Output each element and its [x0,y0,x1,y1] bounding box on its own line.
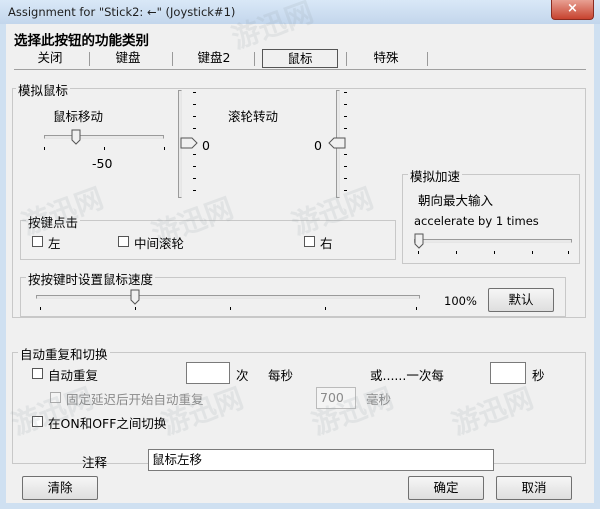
vslider-tick [344,92,347,93]
tab-keyboard[interactable]: 键盘 [98,49,158,68]
slider-tick [532,251,533,254]
speed-percent: 100% [444,294,477,308]
times-unit: 次 [236,368,249,383]
auto-repeat-group-label: 自动重复和切换 [18,344,110,363]
vslider-tick [193,116,196,117]
repeat-count-input[interactable] [186,362,230,384]
interval-seconds-input[interactable] [490,362,526,384]
vslider-tick [344,128,347,129]
left-click-label: 左 [48,236,61,251]
mouse-emulation-label: 模拟鼠标 [16,80,71,99]
vslider-thumb[interactable] [180,137,198,149]
right-click-checkbox[interactable] [304,236,315,247]
comment-input[interactable]: 鼠标左移 [148,449,494,471]
slider-tick [230,307,231,310]
tab-special[interactable]: 特殊 [352,49,420,68]
middle-click-label: 中间滚轮 [134,236,185,251]
toggle-checkbox[interactable] [32,416,43,427]
slider-thumb[interactable] [71,129,81,145]
speed-group-label: 按按键时设置鼠标速度 [26,269,156,288]
or-once-every-label: 或......一次每 [370,368,444,383]
click-group-label: 按键点击 [26,212,81,231]
slider-tick [568,251,569,254]
vslider-tick [193,190,196,191]
slider-tick [40,307,41,310]
mouse-move-label: 鼠标移动 [53,109,104,124]
tab-strip-line [14,69,586,70]
slider-tick [325,307,326,310]
vslider-tick [193,128,196,129]
auto-repeat-label: 自动重复 [48,368,99,383]
tab-mouse[interactable]: 鼠标 [262,49,338,68]
ok-button[interactable]: 确定 [408,476,484,500]
vertical-slider-left[interactable] [176,90,198,198]
tab-separator [346,52,347,66]
vslider-tick [344,190,347,191]
middle-click-checkbox[interactable] [118,236,129,247]
clear-button[interactable]: 清除 [22,476,98,500]
auto-repeat-checkbox[interactable] [32,368,43,379]
toggle-label: 在ON和OFF之间切换 [48,416,167,431]
slider-thumb[interactable] [414,233,424,249]
vslider-tick [344,116,347,117]
close-button[interactable]: × [551,0,594,20]
vslider-tick [193,166,196,167]
tab-keyboard2[interactable]: 键盘2 [182,49,246,68]
per-second-label: 每秒 [268,368,294,383]
slider-tick [164,147,165,150]
slider-tick [416,307,417,310]
speed-slider[interactable] [34,288,422,312]
left-click-checkbox[interactable] [32,236,43,247]
slider-track [414,239,572,243]
default-speed-button[interactable]: 默认 [488,288,554,312]
slider-tick [135,307,136,310]
slider-track [36,295,420,299]
window-title: Assignment for "Stick2: ←" (Joystick#1) [8,5,236,19]
vslider-tick [344,104,347,105]
slider-thumb[interactable] [130,289,140,305]
cancel-button[interactable]: 取消 [496,476,572,500]
slider-tick [44,147,45,150]
tab-separator [254,52,255,66]
comment-label: 注释 [82,455,108,470]
vslider-thumb[interactable] [328,137,346,149]
delay-ms-input[interactable]: 700 [316,387,356,409]
tab-separator [172,52,173,66]
slider-tick [418,251,419,254]
acceleration-slider[interactable] [412,232,574,256]
tab-off[interactable]: 关闭 [20,49,80,68]
ms-unit: 毫秒 [366,392,392,407]
slider-tick [456,251,457,254]
acceleration-label: 模拟加速 [408,166,463,185]
mouse-move-slider[interactable] [40,128,168,152]
vertical-slider-right[interactable] [328,90,350,198]
vslider-tick [193,178,196,179]
tab-separator [89,52,90,66]
delay-checkbox[interactable] [50,392,61,403]
max-input-label: 朝向最大输入 [418,193,494,208]
dialog-window: Assignment for "Stick2: ←" (Joystick#1) … [0,0,600,509]
vslider-tick [344,154,347,155]
vslider-tick [344,178,347,179]
title-bar[interactable]: Assignment for "Stick2: ←" (Joystick#1) … [0,0,600,24]
vslider-left-value: 0 [202,138,210,153]
delay-label: 固定延迟后开始自动重复 [66,392,204,407]
slider-track [44,135,164,139]
dialog-client: 选择此按钮的功能类别 关闭 键盘 键盘2 鼠标 特殊 模拟鼠标 鼠标移动 -50 [6,24,594,503]
slider-tick [104,147,105,150]
tab-separator [427,52,428,66]
accelerate-text: accelerate by 1 times [414,214,539,228]
vslider-tick [193,104,196,105]
vslider-right-value: 0 [314,138,322,153]
seconds-unit: 秒 [532,368,545,383]
scroll-label: 滚轮转动 [228,109,279,124]
vslider-tick [193,92,196,93]
category-heading: 选择此按钮的功能类别 [14,33,149,49]
vslider-tick [193,154,196,155]
vslider-tick [344,166,347,167]
slider-tick [494,251,495,254]
mouse-move-value: -50 [92,156,113,171]
right-click-label: 右 [320,236,333,251]
